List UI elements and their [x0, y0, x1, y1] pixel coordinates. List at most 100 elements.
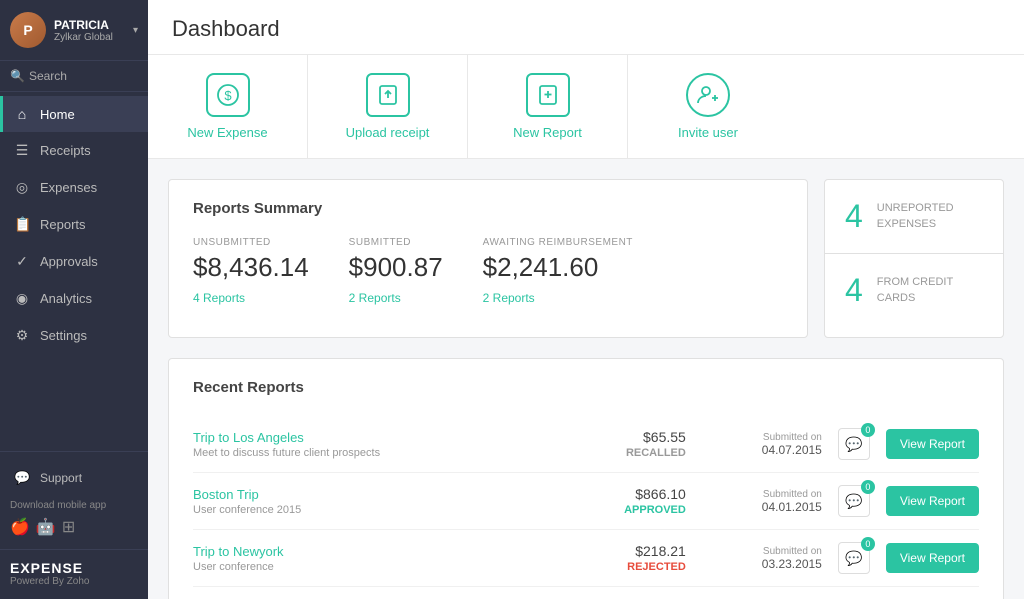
report-amount-0: $65.55 — [586, 429, 686, 445]
recent-reports-section: Recent Reports Trip to Los Angeles Meet … — [148, 358, 1024, 599]
approvals-icon: ✓ — [14, 253, 30, 270]
comment-button-0[interactable]: 💬 0 — [838, 428, 870, 460]
report-amount-1: $866.10 — [586, 486, 686, 502]
side-stat-unreported: 4 UNREPORTED EXPENSES — [825, 180, 1003, 253]
stat-label-0: UNSUBMITTED — [193, 237, 309, 248]
sidebar-item-receipts[interactable]: ☰ Receipts — [0, 132, 148, 169]
summary-stats: UNSUBMITTED $8,436.14 4 Reports SUBMITTE… — [193, 237, 783, 307]
report-status-2: REJECTED — [586, 561, 686, 573]
sidebar-item-reports[interactable]: 📋 Reports — [0, 206, 148, 243]
stat-value-2: $2,241.60 — [483, 252, 633, 283]
new-expense-action[interactable]: $ New Expense — [148, 55, 308, 158]
sidebar-item-home[interactable]: ⌂ Home — [0, 96, 148, 132]
sidebar-item-approvals[interactable]: ✓ Approvals — [0, 243, 148, 280]
report-name-2[interactable]: Trip to Newyork — [193, 544, 570, 559]
view-report-button-0[interactable]: View Report — [886, 429, 979, 459]
recent-reports-title: Recent Reports — [193, 379, 979, 396]
invite-user-action[interactable]: Invite user — [628, 55, 788, 158]
comment-button-2[interactable]: 💬 0 — [838, 542, 870, 574]
quick-actions-bar: $ New Expense Upload receipt — [148, 55, 1024, 159]
reports-summary-card: Reports Summary UNSUBMITTED $8,436.14 4 … — [168, 179, 808, 338]
svg-text:$: $ — [224, 88, 232, 103]
main-header: Dashboard — [148, 0, 1024, 55]
sidebar-brand: EXPENSE Powered By Zoho — [0, 549, 148, 599]
expenses-icon: ◎ — [14, 179, 30, 196]
report-date-0: 04.07.2015 — [702, 443, 822, 457]
stat-value-1: $900.87 — [349, 252, 443, 283]
android-icon[interactable]: 🤖 — [36, 517, 56, 537]
support-label: Support — [40, 471, 82, 485]
stat-link-2[interactable]: 2 Reports — [483, 291, 535, 305]
report-amount-2: $218.21 — [586, 543, 686, 559]
sidebar-item-label: Receipts — [40, 143, 91, 158]
comment-badge-0: 0 — [861, 423, 875, 437]
apple-icon[interactable]: 🍎 — [10, 517, 30, 537]
stat-submitted: SUBMITTED $900.87 2 Reports — [349, 237, 443, 307]
stat-link-0[interactable]: 4 Reports — [193, 291, 245, 305]
search-input[interactable] — [29, 69, 138, 83]
comment-button-1[interactable]: 💬 0 — [838, 485, 870, 517]
support-icon: 💬 — [14, 470, 30, 486]
stat-label-1: SUBMITTED — [349, 237, 443, 248]
sidebar-nav: ⌂ Home ☰ Receipts ◎ Expenses 📋 Reports ✓… — [0, 92, 148, 451]
windows-icon[interactable]: ⊞ — [62, 517, 75, 537]
sidebar: P PATRICIA Zylkar Global ▾ 🔍 ⌂ Home ☰ Re… — [0, 0, 148, 599]
stat-label-2: AWAITING REIMBURSEMENT — [483, 237, 633, 248]
stat-link-1[interactable]: 2 Reports — [349, 291, 401, 305]
brand-sub: Powered By Zoho — [10, 576, 138, 587]
upload-receipt-label: Upload receipt — [346, 125, 430, 140]
reports-summary-title: Reports Summary — [193, 200, 783, 217]
download-icons: 🍎 🤖 ⊞ — [10, 517, 138, 537]
credit-label: FROM CREDIT CARDS — [877, 275, 983, 306]
upload-receipt-action[interactable]: Upload receipt — [308, 55, 468, 158]
main-content: Dashboard $ New Expense Upload receipt — [148, 0, 1024, 599]
upload-receipt-icon — [366, 73, 410, 117]
side-stats-card: 4 UNREPORTED EXPENSES 4 FROM CREDIT CARD… — [824, 179, 1004, 338]
page-title: Dashboard — [172, 16, 1000, 42]
view-report-button-1[interactable]: View Report — [886, 486, 979, 516]
dollar-circle-icon: $ — [206, 73, 250, 117]
search-icon: 🔍 — [10, 69, 25, 83]
report-name-0[interactable]: Trip to Los Angeles — [193, 430, 570, 445]
report-date-2: 03.23.2015 — [702, 557, 822, 571]
chevron-down-icon: ▾ — [133, 25, 138, 36]
stat-awaiting: AWAITING REIMBURSEMENT $2,241.60 2 Repor… — [483, 237, 633, 307]
invite-user-icon — [686, 73, 730, 117]
invite-user-label: Invite user — [678, 125, 738, 140]
new-report-action[interactable]: New Report — [468, 55, 628, 158]
sidebar-item-label: Home — [40, 107, 75, 122]
report-date-1: 04.01.2015 — [702, 500, 822, 514]
brand-name: EXPENSE — [10, 560, 138, 576]
sidebar-user[interactable]: P PATRICIA Zylkar Global ▾ — [0, 0, 148, 61]
sidebar-item-label: Expenses — [40, 180, 97, 195]
comment-badge-1: 0 — [861, 480, 875, 494]
sidebar-item-analytics[interactable]: ◉ Analytics — [0, 280, 148, 317]
sidebar-item-label: Reports — [40, 217, 86, 232]
report-submitted-label-0: Submitted on — [702, 432, 822, 443]
new-report-label: New Report — [513, 125, 582, 140]
sidebar-search-bar[interactable]: 🔍 — [0, 61, 148, 92]
view-report-button-2[interactable]: View Report — [886, 543, 979, 573]
recent-reports-card: Recent Reports Trip to Los Angeles Meet … — [168, 358, 1004, 599]
sidebar-item-expenses[interactable]: ◎ Expenses — [0, 169, 148, 206]
download-label: Download mobile app — [10, 500, 138, 511]
sidebar-item-label: Settings — [40, 328, 87, 343]
sidebar-footer: 💬 Support Download mobile app 🍎 🤖 ⊞ — [0, 451, 148, 549]
stat-value-0: $8,436.14 — [193, 252, 309, 283]
sidebar-item-label: Approvals — [40, 254, 98, 269]
settings-icon: ⚙ — [14, 327, 30, 344]
report-desc-2: User conference — [193, 561, 570, 573]
table-row: Trip to Los Angeles Meet to discuss futu… — [193, 416, 979, 473]
analytics-icon: ◉ — [14, 290, 30, 307]
comment-badge-2: 0 — [861, 537, 875, 551]
new-expense-label: New Expense — [187, 125, 267, 140]
credit-number: 4 — [845, 272, 863, 309]
sidebar-username: PATRICIA — [54, 18, 129, 32]
unreported-label: UNREPORTED EXPENSES — [877, 201, 983, 232]
sidebar-item-label: Analytics — [40, 291, 92, 306]
report-submitted-label-2: Submitted on — [702, 546, 822, 557]
report-name-1[interactable]: Boston Trip — [193, 487, 570, 502]
sidebar-support-item[interactable]: 💬 Support — [10, 464, 138, 492]
sidebar-item-settings[interactable]: ⚙ Settings — [0, 317, 148, 354]
content-area: Reports Summary UNSUBMITTED $8,436.14 4 … — [148, 159, 1024, 358]
